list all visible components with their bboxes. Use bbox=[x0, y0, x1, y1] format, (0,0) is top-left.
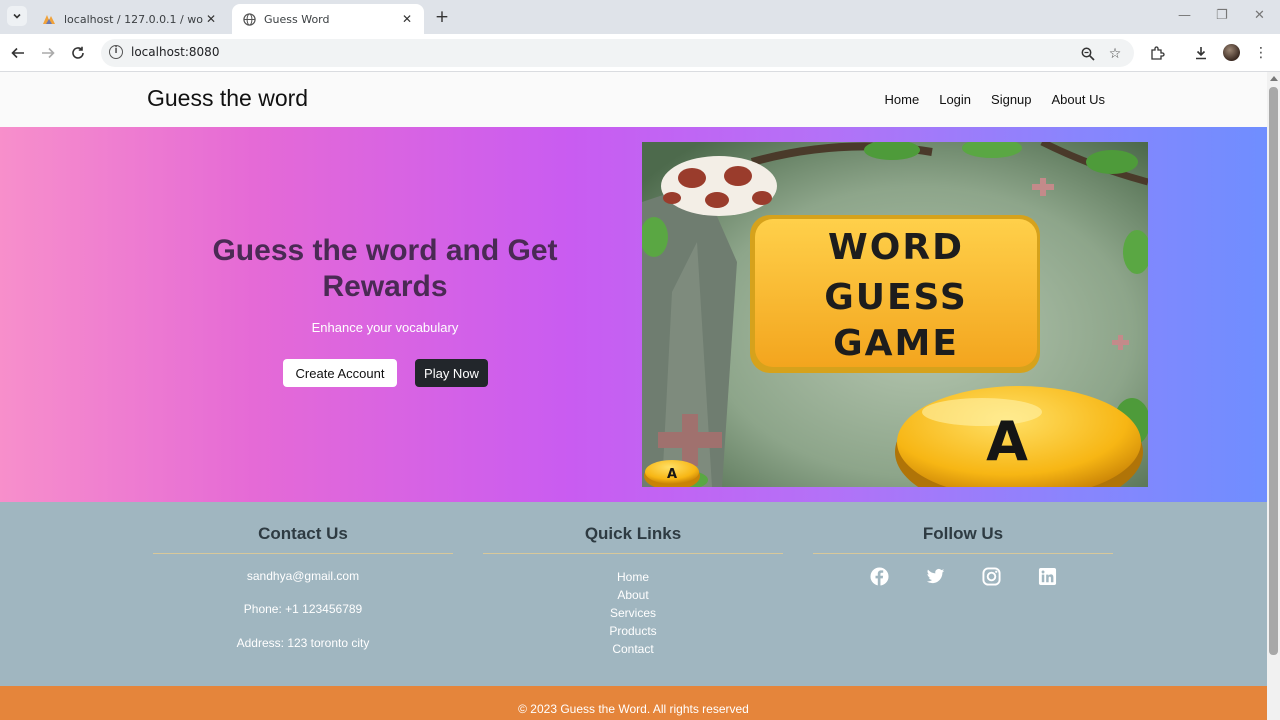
linkedin-icon[interactable] bbox=[1038, 567, 1057, 586]
illustration-game-text: GAME bbox=[833, 323, 959, 364]
hero-section: Guess the word and Get Rewards Enhance y… bbox=[0, 127, 1267, 502]
illustration-word-text: WORD bbox=[828, 227, 964, 268]
contact-phone: Phone: +1 123456789 bbox=[243, 602, 363, 616]
twitter-icon[interactable] bbox=[926, 567, 945, 586]
avatar[interactable] bbox=[1223, 44, 1240, 61]
contact-address: Address: 123 toronto city bbox=[236, 636, 370, 650]
close-icon[interactable]: ✕ bbox=[400, 12, 414, 26]
download-icon[interactable] bbox=[1192, 44, 1210, 62]
nav-signup[interactable]: Signup bbox=[991, 92, 1031, 107]
contact-section: Contact Us sandhya@gmail.com Phone: +1 1… bbox=[153, 502, 453, 650]
brand-title[interactable]: Guess the word bbox=[147, 85, 308, 112]
copyright-bar: © 2023 Guess the Word. All rights reserv… bbox=[0, 686, 1267, 720]
hero-subheading: Enhance your vocabulary bbox=[311, 320, 459, 335]
footer-link-services[interactable]: Services bbox=[483, 604, 783, 622]
tab-search-button[interactable] bbox=[7, 6, 27, 26]
tab-title: Guess Word bbox=[264, 12, 330, 26]
illustration-guess-text: GUESS bbox=[824, 277, 968, 318]
divider bbox=[483, 553, 783, 554]
nav-about-us[interactable]: About Us bbox=[1052, 92, 1105, 107]
page-viewport: Guess the word Home Login Signup About U… bbox=[0, 72, 1267, 720]
contact-heading: Contact Us bbox=[258, 524, 348, 543]
create-account-button[interactable]: Create Account bbox=[283, 359, 397, 387]
follow-section: Follow Us bbox=[813, 502, 1113, 586]
quick-links-list: Home About Services Products Contact bbox=[483, 568, 783, 658]
tab-guess-word[interactable]: Guess Word ✕ bbox=[232, 4, 424, 34]
copyright-text: © 2023 Guess the Word. All rights reserv… bbox=[518, 702, 749, 716]
zoom-icon[interactable] bbox=[1080, 46, 1096, 62]
back-icon[interactable] bbox=[8, 43, 28, 63]
chevron-down-icon bbox=[13, 13, 21, 19]
phpmyadmin-favicon bbox=[42, 12, 56, 26]
restore-icon[interactable]: ❐ bbox=[1216, 8, 1228, 23]
quick-links-section: Quick Links Home About Services Products… bbox=[483, 502, 783, 658]
url-text: localhost:8080 bbox=[131, 45, 220, 59]
play-now-button[interactable]: Play Now bbox=[415, 359, 488, 387]
nav-home[interactable]: Home bbox=[885, 92, 920, 107]
hero-heading: Guess the word and Get Rewards bbox=[212, 234, 558, 303]
info-icon[interactable]: i bbox=[109, 45, 123, 59]
facebook-icon[interactable] bbox=[869, 567, 889, 586]
forward-icon[interactable] bbox=[38, 43, 58, 63]
game-illustration: WORD GUESS GAME A A bbox=[642, 142, 1148, 487]
kebab-menu-icon[interactable]: ⋮ bbox=[1252, 44, 1270, 62]
footer-link-home[interactable]: Home bbox=[483, 568, 783, 586]
star-icon[interactable]: ☆ bbox=[1107, 46, 1123, 62]
footer-link-products[interactable]: Products bbox=[483, 622, 783, 640]
extensions-icon[interactable] bbox=[1148, 44, 1166, 62]
footer-link-contact[interactable]: Contact bbox=[483, 640, 783, 658]
tab-strip: localhost / 127.0.0.1 / word_gu ✕ Guess … bbox=[0, 0, 1280, 34]
browser-toolbar: i localhost:8080 ☆ ⋮ bbox=[0, 34, 1280, 72]
divider bbox=[153, 553, 453, 554]
site-footer: Contact Us sandhya@gmail.com Phone: +1 1… bbox=[0, 502, 1267, 686]
address-bar[interactable]: i localhost:8080 ☆ bbox=[101, 39, 1134, 67]
divider bbox=[813, 553, 1113, 554]
reload-icon[interactable] bbox=[68, 43, 88, 63]
tab-phpmyadmin[interactable]: localhost / 127.0.0.1 / word_gu ✕ bbox=[32, 4, 228, 34]
page-scrollbar[interactable] bbox=[1267, 72, 1280, 720]
quick-links-heading: Quick Links bbox=[584, 524, 682, 543]
plus-icon[interactable]: + bbox=[432, 7, 452, 27]
minimize-icon[interactable]: — bbox=[1178, 8, 1191, 23]
scroll-up-arrow[interactable] bbox=[1270, 76, 1278, 81]
illustration-letter-tile: A bbox=[986, 410, 1028, 473]
close-window-icon[interactable]: ✕ bbox=[1254, 8, 1265, 23]
contact-email[interactable]: sandhya@gmail.com bbox=[153, 569, 453, 583]
nav-login[interactable]: Login bbox=[939, 92, 971, 107]
footer-link-about[interactable]: About bbox=[483, 586, 783, 604]
close-icon[interactable]: ✕ bbox=[204, 12, 218, 26]
instagram-icon[interactable] bbox=[981, 567, 1001, 586]
social-links bbox=[813, 567, 1113, 586]
illustration-small-tile: A bbox=[667, 467, 677, 482]
follow-heading: Follow Us bbox=[922, 524, 1004, 543]
main-nav: Home Login Signup About Us bbox=[885, 92, 1105, 107]
site-header: Guess the word Home Login Signup About U… bbox=[0, 72, 1267, 127]
globe-icon bbox=[242, 12, 256, 26]
scrollbar-thumb[interactable] bbox=[1269, 87, 1278, 655]
tab-title: localhost / 127.0.0.1 / word_gu bbox=[64, 12, 204, 26]
